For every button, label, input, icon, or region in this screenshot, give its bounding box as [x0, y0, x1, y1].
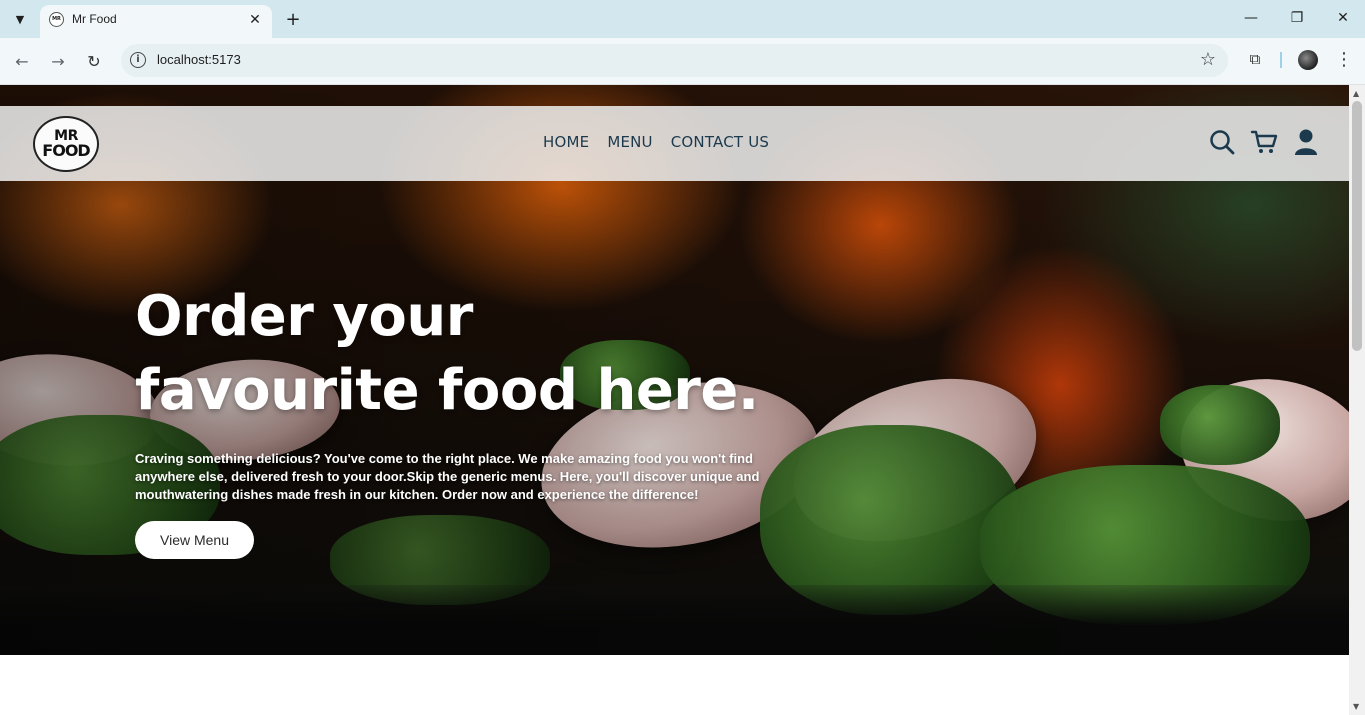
back-arrow-icon[interactable]: ← — [9, 48, 35, 74]
nav-action-icons — [1208, 128, 1320, 156]
scroll-down-arrow-icon[interactable]: ▼ — [1353, 702, 1359, 711]
site-favicon-icon: MR — [49, 12, 64, 27]
reload-icon[interactable]: ↻ — [81, 48, 107, 74]
page-viewport: MR FOOD HOME MENU CONTACT US Order your … — [0, 85, 1349, 715]
extensions-puzzle-icon[interactable]: ⧉ — [1243, 47, 1267, 71]
hero-section: MR FOOD HOME MENU CONTACT US Order your … — [0, 85, 1349, 655]
page-scrollbar[interactable]: ▲ ▼ — [1349, 85, 1365, 715]
tab-list-chevron-down-icon[interactable]: ▼ — [8, 8, 32, 30]
kebab-menu-icon[interactable]: ⋮ — [1334, 49, 1354, 71]
tab-title: Mr Food — [72, 12, 117, 26]
cart-icon[interactable] — [1250, 128, 1278, 156]
hero-description: Craving something delicious? You've come… — [135, 451, 760, 502]
main-nav: HOME MENU CONTACT US — [543, 133, 769, 151]
nav-link-home[interactable]: HOME — [543, 133, 589, 151]
toolbar-divider — [1280, 52, 1282, 68]
search-icon[interactable] — [1208, 128, 1236, 156]
browser-tab[interactable]: MR Mr Food ✕ — [40, 5, 272, 38]
user-icon[interactable] — [1292, 128, 1320, 156]
bookmark-star-icon[interactable]: ☆ — [1200, 49, 1216, 70]
profile-avatar-icon[interactable] — [1298, 50, 1318, 70]
browser-tab-bar: ▼ MR Mr Food ✕ + — ❐ ✕ — [0, 0, 1365, 38]
url-text[interactable]: localhost:5173 — [157, 52, 241, 67]
site-info-icon[interactable]: i — [130, 52, 146, 68]
nav-link-menu[interactable]: MENU — [607, 133, 652, 151]
nav-link-contact-us[interactable]: CONTACT US — [671, 133, 769, 151]
new-tab-plus-icon[interactable]: + — [282, 8, 304, 30]
minimize-icon[interactable]: — — [1236, 6, 1266, 30]
scroll-up-arrow-icon[interactable]: ▲ — [1353, 89, 1359, 98]
window-close-icon[interactable]: ✕ — [1328, 6, 1358, 30]
hero-title-line2: favourite food here. — [135, 358, 759, 423]
hero-title-line1: Order your — [135, 284, 473, 349]
site-navbar: MR FOOD HOME MENU CONTACT US — [0, 106, 1349, 181]
tab-close-icon[interactable]: ✕ — [246, 11, 264, 29]
hero-title: Order your favourite food here. — [135, 280, 835, 428]
view-menu-button[interactable]: View Menu — [135, 521, 255, 559]
logo-line2: FOOD — [42, 141, 90, 160]
scrollbar-thumb[interactable] — [1352, 101, 1362, 351]
address-bar[interactable]: i localhost:5173 ☆ — [121, 44, 1228, 77]
forward-arrow-icon[interactable]: → — [45, 48, 71, 74]
mr-food-logo[interactable]: MR FOOD — [33, 116, 99, 172]
browser-toolbar: ← → ↻ i localhost:5173 ☆ ⧉ ⋮ — [0, 38, 1365, 85]
hero-content: Order your favourite food here. Craving … — [135, 280, 835, 559]
restore-icon[interactable]: ❐ — [1282, 6, 1312, 30]
